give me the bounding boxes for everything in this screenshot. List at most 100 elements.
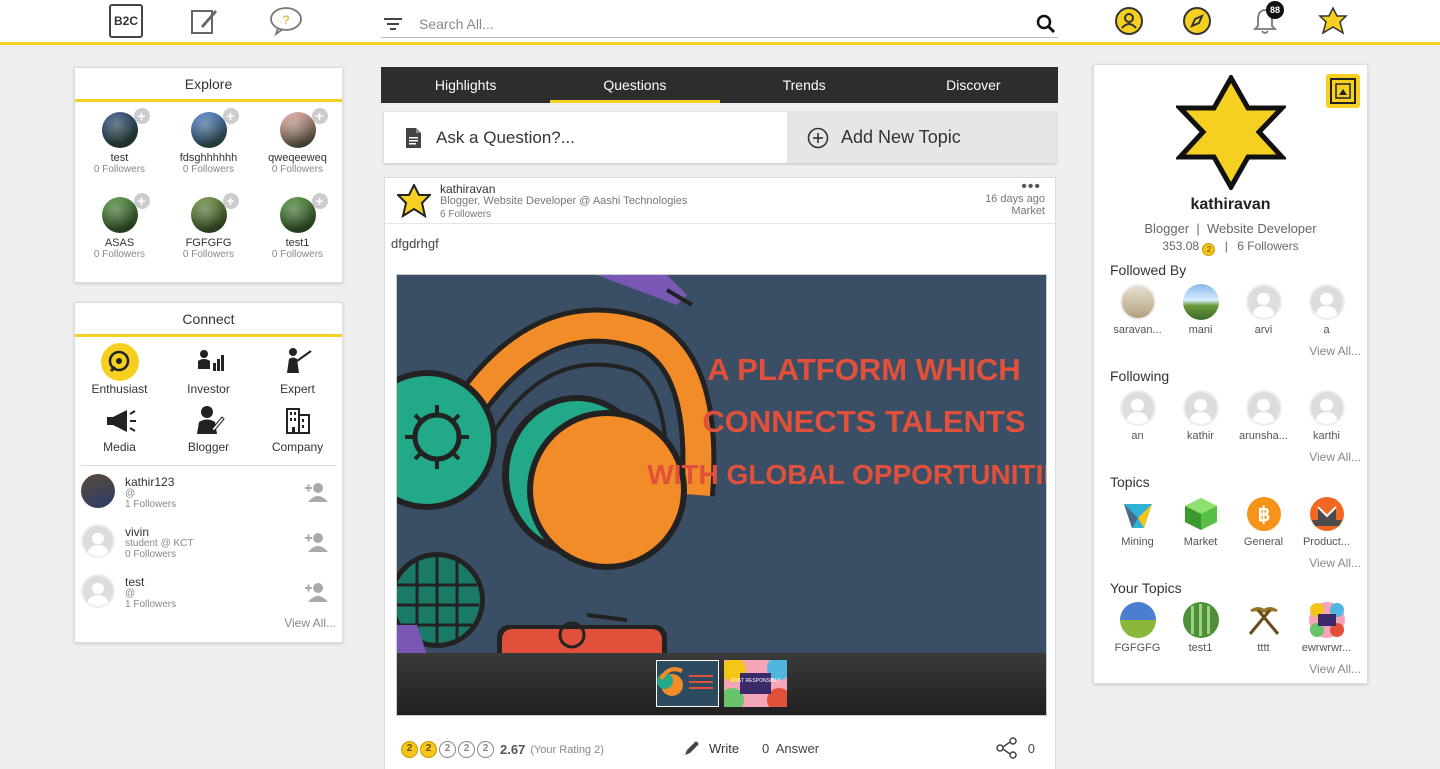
share-icon[interactable] <box>996 737 1018 759</box>
connect-view-all-link[interactable]: View All... <box>75 616 342 630</box>
rating-coin-icon[interactable]: 2 <box>420 741 437 758</box>
topic-avatar[interactable] <box>1309 496 1345 532</box>
follow-plus-icon[interactable]: + <box>222 193 239 209</box>
connect-category-expert[interactable]: Expert <box>253 343 342 401</box>
suggested-person[interactable]: vivin student @ KCT 0 Followers <box>75 516 342 566</box>
your-topics-view-all-link[interactable]: View All... <box>1309 662 1361 676</box>
topic-item[interactable]: Mining <box>1106 496 1169 548</box>
follower-item[interactable]: mani <box>1169 284 1232 336</box>
search-icon[interactable] <box>1036 14 1056 39</box>
write-post-icon[interactable] <box>187 4 221 38</box>
following-avatar[interactable] <box>1182 390 1219 426</box>
add-friend-icon[interactable] <box>304 582 330 607</box>
post-topic[interactable]: Market <box>985 205 1045 217</box>
thumbnail-1[interactable] <box>656 660 719 707</box>
topic-avatar[interactable]: + <box>279 193 328 233</box>
suggested-person[interactable]: test @1 Followers <box>75 566 342 616</box>
following-item[interactable]: kathir <box>1169 390 1232 442</box>
add-friend-icon[interactable] <box>304 532 330 557</box>
profile-star-icon[interactable] <box>1316 4 1350 38</box>
following-item[interactable]: an <box>1106 390 1169 442</box>
explore-item[interactable]: + fdsghhhhhh 0 Followers <box>164 108 253 197</box>
notifications-icon[interactable]: 88 <box>1248 1 1284 38</box>
add-new-topic-button[interactable]: Add New Topic <box>787 112 1056 163</box>
tab-trends[interactable]: Trends <box>720 67 889 103</box>
topic-avatar[interactable]: + <box>190 193 239 233</box>
follower-item[interactable]: arvi <box>1232 284 1295 336</box>
your-topic-avatar[interactable] <box>1119 602 1156 638</box>
your-topic-avatar[interactable] <box>1308 602 1345 638</box>
tab-highlights[interactable]: Highlights <box>381 67 550 103</box>
your-topic-item[interactable]: tttt <box>1232 602 1295 654</box>
rating-coin-icon[interactable]: 2 <box>439 741 456 758</box>
connect-category-investor[interactable]: Investor <box>164 343 253 401</box>
topic-avatar[interactable]: + <box>101 108 150 148</box>
rating-coin-icon[interactable]: 2 <box>401 741 418 758</box>
change-cover-image-icon[interactable] <box>1325 73 1361 114</box>
avatar[interactable] <box>81 574 115 608</box>
rating-coin-icon[interactable]: 2 <box>477 741 494 758</box>
connect-category-media[interactable]: Media <box>75 401 164 459</box>
avatar[interactable] <box>81 474 115 508</box>
explore-item[interactable]: + FGFGFG 0 Followers <box>164 193 253 282</box>
your-topic-item[interactable]: test1 <box>1169 602 1232 654</box>
following-item[interactable]: karthi <box>1295 390 1358 442</box>
ask-question-button[interactable]: Ask a Question?... <box>384 112 787 163</box>
tab-discover[interactable]: Discover <box>889 67 1058 103</box>
explore-item[interactable]: + qweqeeweq 0 Followers <box>253 108 342 197</box>
suggested-person[interactable]: kathir123 @1 Followers <box>75 466 342 516</box>
post-title[interactable]: dfgdrhgf <box>391 236 439 251</box>
your-topic-avatar[interactable] <box>1182 602 1219 638</box>
following-view-all-link[interactable]: View All... <box>1309 450 1361 464</box>
follow-plus-icon[interactable]: + <box>311 193 328 209</box>
topic-avatar[interactable]: + <box>279 108 328 148</box>
connect-category-blogger[interactable]: Blogger <box>164 401 253 459</box>
explore-item[interactable]: + test1 0 Followers <box>253 193 342 282</box>
following-avatar[interactable] <box>1119 390 1156 426</box>
topic-item[interactable]: ฿ General <box>1232 496 1295 548</box>
follower-item[interactable]: a <box>1295 284 1358 336</box>
tab-questions[interactable]: Questions <box>550 67 720 103</box>
explore-item[interactable]: + ASAS 0 Followers <box>75 193 164 282</box>
your-topic-item[interactable]: ewrwrwr... <box>1295 602 1358 654</box>
follow-plus-icon[interactable]: + <box>133 193 150 209</box>
ask-question-icon[interactable]: ? <box>269 4 303 38</box>
following-avatar[interactable] <box>1308 390 1345 426</box>
following-item[interactable]: arunsha... <box>1232 390 1295 442</box>
topic-avatar[interactable]: ฿ <box>1246 496 1282 532</box>
topic-avatar[interactable]: + <box>190 108 239 148</box>
follower-avatar[interactable] <box>1308 284 1345 320</box>
add-friend-icon[interactable] <box>304 482 330 507</box>
topic-item[interactable]: Product... <box>1295 496 1358 548</box>
answer-count[interactable]: 0 Answer <box>762 741 819 756</box>
b2c-logo-button[interactable]: B2C <box>109 4 143 38</box>
follow-plus-icon[interactable]: + <box>222 108 239 124</box>
profile-followers[interactable]: 6 Followers <box>1237 239 1298 253</box>
follow-plus-icon[interactable]: + <box>311 108 328 124</box>
avatar[interactable] <box>81 524 115 558</box>
follower-item[interactable]: saravan... <box>1106 284 1169 336</box>
community-icon[interactable] <box>1112 4 1146 38</box>
topic-avatar[interactable]: + <box>101 193 150 233</box>
connect-category-company[interactable]: Company <box>253 401 342 459</box>
connect-category-enthusiast[interactable]: Enthusiast <box>75 343 164 401</box>
post-image-gallery[interactable]: A PLATFORM WHICH CONNECTS TALENTS WITH G… <box>396 274 1047 716</box>
author-star-avatar[interactable] <box>395 182 433 223</box>
thumbnail-2[interactable]: POST RESPONSIBLY <box>724 660 787 707</box>
your-topic-avatar[interactable] <box>1246 602 1282 638</box>
topic-avatar[interactable] <box>1183 496 1219 532</box>
write-answer-button[interactable]: Write <box>683 739 739 757</box>
followed-by-view-all-link[interactable]: View All... <box>1309 344 1361 358</box>
explore-compass-icon[interactable] <box>1180 4 1214 38</box>
follower-avatar[interactable] <box>1245 284 1282 320</box>
rating-coin-icon[interactable]: 2 <box>458 741 475 758</box>
filter-icon[interactable] <box>383 16 403 37</box>
topic-item[interactable]: Market <box>1169 496 1232 548</box>
follower-avatar[interactable] <box>1182 284 1219 320</box>
follower-avatar[interactable] <box>1119 284 1156 320</box>
explore-item[interactable]: + test 0 Followers <box>75 108 164 197</box>
search-input[interactable] <box>419 12 1019 36</box>
post-author-name[interactable]: kathiravan <box>440 182 495 196</box>
topics-view-all-link[interactable]: View All... <box>1309 556 1361 570</box>
your-topic-item[interactable]: FGFGFG <box>1106 602 1169 654</box>
